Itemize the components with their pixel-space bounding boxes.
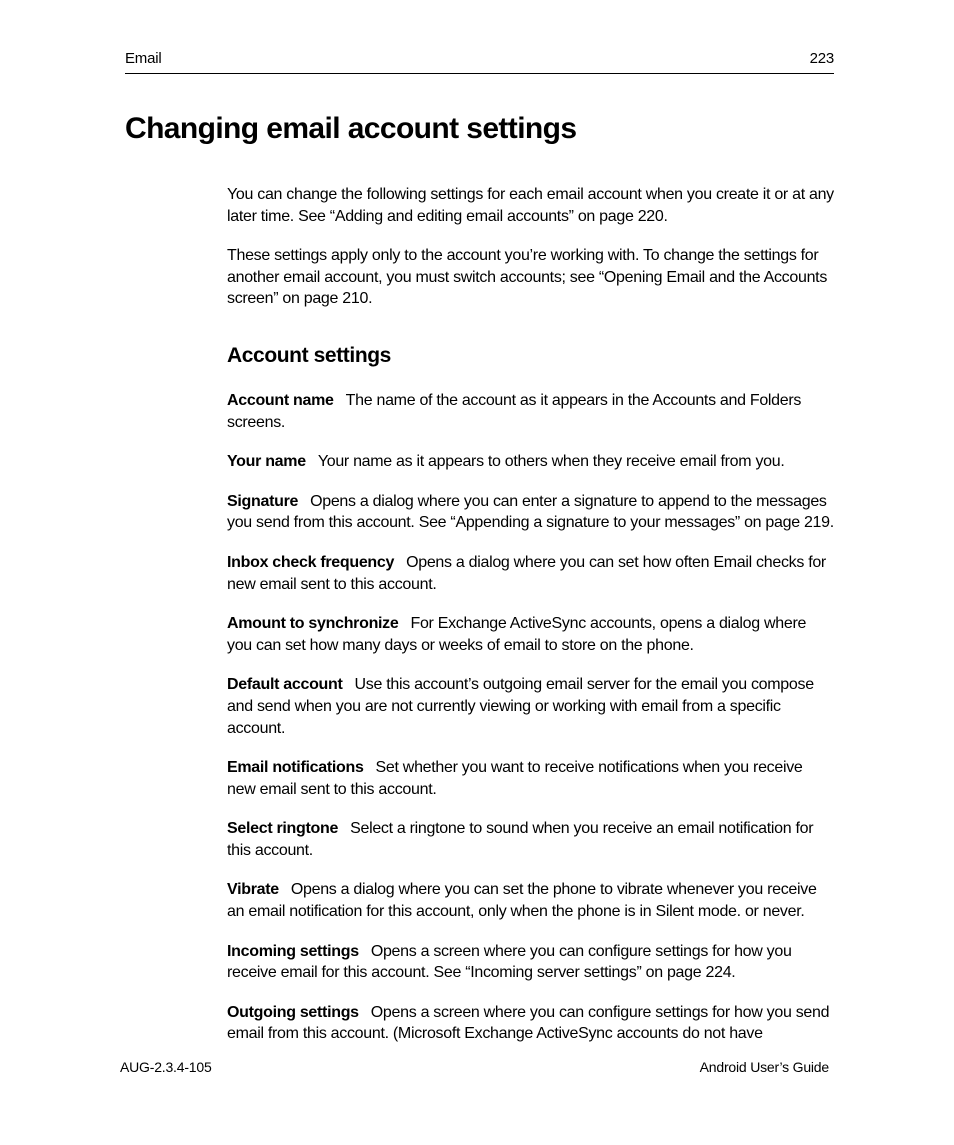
setting-label: Signature	[227, 493, 298, 510]
setting-desc: Opens a dialog where you can set the pho…	[227, 881, 817, 920]
setting-item: Select ringtoneSelect a ringtone to soun…	[227, 818, 834, 861]
setting-item: Email notificationsSet whether you want …	[227, 757, 834, 800]
header-section: Email	[125, 50, 162, 67]
setting-desc: Opens a dialog where you can enter a sig…	[227, 493, 834, 532]
setting-item: Default accountUse this account’s outgoi…	[227, 674, 834, 739]
running-header: Email 223	[125, 50, 834, 74]
footer-left: AUG-2.3.4-105	[120, 1059, 212, 1075]
intro-paragraph: These settings apply only to the account…	[227, 245, 834, 310]
setting-label: Incoming settings	[227, 943, 359, 960]
header-page-number: 223	[810, 50, 834, 67]
setting-label: Inbox check frequency	[227, 554, 394, 571]
setting-label: Amount to synchronize	[227, 615, 398, 632]
page-footer: AUG-2.3.4-105 Android User’s Guide	[120, 1059, 829, 1075]
setting-item: Incoming settingsOpens a screen where yo…	[227, 941, 834, 984]
setting-label: Account name	[227, 392, 334, 409]
setting-item: Outgoing settingsOpens a screen where yo…	[227, 1002, 834, 1045]
setting-item: Your name Your name as it appears to othe…	[227, 451, 834, 473]
section-heading: Account settings	[227, 344, 834, 368]
setting-label: Vibrate	[227, 881, 279, 898]
body-column: You can change the following settings fo…	[227, 184, 834, 1045]
page-title: Changing email account settings	[125, 112, 834, 146]
setting-label: Email notifications	[227, 759, 364, 776]
setting-item: Account nameThe name of the account as i…	[227, 390, 834, 433]
setting-desc: Your name as it appears to others when t…	[318, 453, 785, 470]
footer-right: Android User’s Guide	[700, 1059, 829, 1075]
setting-item: SignatureOpens a dialog where you can en…	[227, 491, 834, 534]
setting-label: Default account	[227, 676, 343, 693]
setting-label: Your name	[227, 453, 306, 470]
setting-item: VibrateOpens a dialog where you can set …	[227, 879, 834, 922]
setting-label: Outgoing settings	[227, 1004, 359, 1021]
setting-label: Select ringtone	[227, 820, 338, 837]
intro-paragraph: You can change the following settings fo…	[227, 184, 834, 227]
setting-item: Amount to synchronizeFor Exchange Active…	[227, 613, 834, 656]
setting-item: Inbox check frequencyOpens a dialog wher…	[227, 552, 834, 595]
